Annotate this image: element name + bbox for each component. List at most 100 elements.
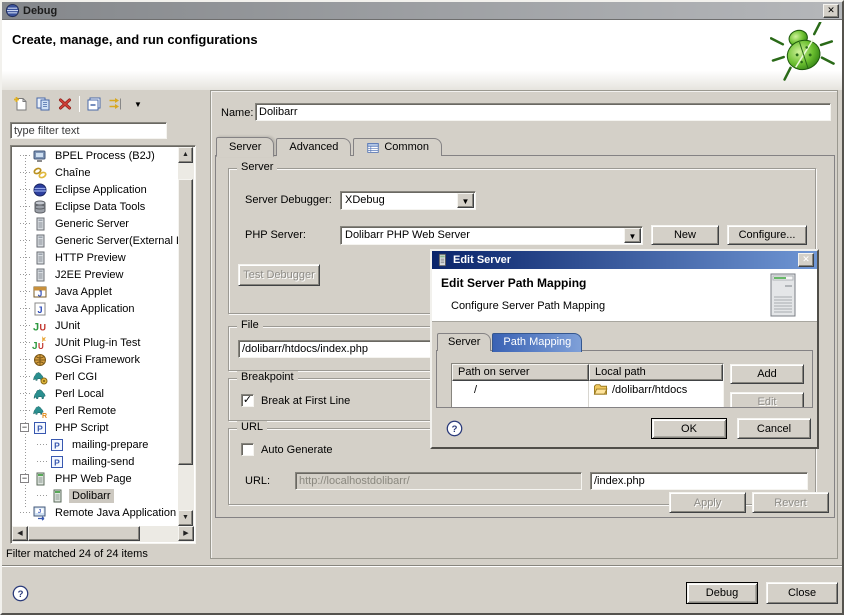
junit-plugin-icon: JU	[32, 335, 48, 351]
auto-generate-label[interactable]: Auto Generate	[261, 444, 333, 456]
scroll-up-icon[interactable]: ▲	[178, 147, 193, 163]
local-path-header[interactable]: Local path	[589, 364, 723, 381]
collapse-toggle-icon[interactable]: −	[20, 474, 29, 483]
tree-item-j2ee-preview[interactable]: J2EE Preview	[12, 266, 178, 283]
tree-item-generic-server[interactable]: Generic Server	[12, 215, 178, 232]
filter-configurations-icon[interactable]	[105, 93, 127, 115]
dialog-subheading: Configure Server Path Mapping	[451, 300, 605, 312]
scroll-down-icon[interactable]: ▼	[178, 510, 193, 526]
tree-item-label: mailing-send	[69, 455, 137, 469]
server-tower-image	[763, 273, 803, 317]
window-titlebar[interactable]: Debug ✕	[2, 2, 842, 20]
break-first-line-checkbox[interactable]: ✓	[241, 394, 254, 407]
url-path-input[interactable]	[590, 472, 808, 490]
close-button[interactable]: Close	[766, 582, 838, 604]
delete-configuration-icon[interactable]	[54, 93, 76, 115]
server-icon	[435, 253, 449, 267]
tree-item-mailing-prepare[interactable]: Pmailing-prepare	[12, 436, 178, 453]
local-path-cell[interactable]: /dolibarr/htdocs	[589, 381, 723, 398]
vertical-scroll-thumb[interactable]	[178, 179, 193, 465]
table-empty-row	[452, 398, 723, 408]
scroll-left-icon[interactable]: ◀	[12, 526, 28, 541]
breakpoint-group-title: Breakpoint	[237, 371, 298, 383]
tree-item-bpel-process-b2j[interactable]: BPEL Process (B2J)	[12, 147, 178, 164]
new-server-button[interactable]: New	[651, 225, 719, 245]
file-group-title: File	[237, 319, 263, 331]
tab-server[interactable]: Server	[216, 137, 274, 157]
tree-vertical-scrollbar[interactable]: ▲ ▼	[178, 147, 194, 526]
server-icon	[32, 233, 48, 249]
tree-item-osgi-framework[interactable]: OSGi Framework	[12, 351, 178, 368]
tree-item-perl-local[interactable]: Perl Local	[12, 385, 178, 402]
tree-item-label: mailing-prepare	[69, 438, 151, 452]
footer-separator	[2, 565, 842, 567]
svg-text:J: J	[33, 321, 39, 333]
tree-item-java-applet[interactable]: JJava Applet	[12, 283, 178, 300]
tree-item-dolibarr[interactable]: Dolibarr	[12, 487, 178, 504]
dialog-title: Edit Server	[453, 254, 798, 266]
tree-item-generic-server-external-la[interactable]: Generic Server(External La	[12, 232, 178, 249]
dialog-tab-path-mapping[interactable]: Path Mapping	[492, 333, 582, 352]
tree-horizontal-scrollbar[interactable]: ◀ ▶	[12, 526, 194, 542]
dialog-help-icon[interactable]: ?	[446, 420, 463, 437]
scroll-right-icon[interactable]: ▶	[178, 526, 194, 541]
collapse-toggle-icon[interactable]: −	[20, 423, 29, 432]
horizontal-scroll-thumb[interactable]	[28, 526, 140, 541]
url-label: URL:	[245, 475, 270, 487]
tree-item-php-script[interactable]: −PPHP Script	[12, 419, 178, 436]
chevron-down-icon[interactable]: ▼	[457, 193, 474, 208]
remote-java-icon: J	[32, 505, 48, 521]
server-debugger-select[interactable]: XDebug ▼	[340, 191, 476, 210]
tree-item-remote-java-application[interactable]: JRemote Java Application	[12, 504, 178, 521]
url-base-input	[295, 472, 582, 490]
path-on-server-header[interactable]: Path on server	[452, 364, 589, 381]
path-on-server-cell[interactable]: /	[452, 381, 589, 398]
chevron-down-icon[interactable]: ▼	[624, 228, 641, 243]
collapse-all-icon[interactable]	[83, 93, 105, 115]
edit-mapping-button: Edit	[730, 392, 804, 408]
tree-item-eclipse-application[interactable]: Eclipse Application	[12, 181, 178, 198]
dialog-tabs: Server Path Mapping	[437, 332, 583, 351]
tree-item-eclipse-data-tools[interactable]: Eclipse Data Tools	[12, 198, 178, 215]
filter-input[interactable]	[10, 122, 167, 139]
dialog-close-icon[interactable]: ✕	[798, 253, 814, 267]
svg-text:J: J	[37, 305, 42, 315]
help-icon[interactable]: ?	[12, 585, 29, 602]
toolbar-menu-chevron-icon[interactable]: ▼	[127, 93, 149, 115]
cancel-button[interactable]: Cancel	[737, 418, 811, 439]
configure-server-button[interactable]: Configure...	[727, 225, 807, 245]
tree-item-perl-cgi[interactable]: Perl CGI	[12, 368, 178, 385]
debug-button[interactable]: Debug	[686, 582, 758, 604]
php-server-select[interactable]: Dolibarr PHP Web Server ▼	[340, 226, 643, 245]
dialog-titlebar[interactable]: Edit Server ✕	[432, 251, 817, 269]
tab-common[interactable]: Common	[353, 138, 442, 156]
tree-item-mailing-send[interactable]: Pmailing-send	[12, 453, 178, 470]
tree-item-http-preview[interactable]: HTTP Preview	[12, 249, 178, 266]
ok-button[interactable]: OK	[651, 418, 727, 439]
tree-connector	[20, 342, 32, 343]
svg-text:U: U	[38, 342, 44, 351]
dialog-tab-server[interactable]: Server	[437, 333, 491, 351]
tab-advanced[interactable]: Advanced	[276, 138, 351, 156]
auto-generate-checkbox[interactable]: ✓	[241, 443, 254, 456]
tree-item-junit-plug-in-test[interactable]: JU JUnit Plug-in Test	[12, 334, 178, 351]
config-tree-items: BPEL Process (B2J)ChaîneEclipse Applicat…	[12, 147, 178, 526]
tree-item-java-application[interactable]: JJava Application	[12, 300, 178, 317]
path-mapping-rows: //dolibarr/htdocs	[452, 381, 723, 398]
tree-item-php-web-page[interactable]: −PHP Web Page	[12, 470, 178, 487]
tree-item-junit[interactable]: JUJUnit	[12, 317, 178, 334]
table-header-row: Path on server Local path	[452, 364, 723, 381]
break-first-line-label[interactable]: Break at First Line	[261, 395, 350, 407]
new-configuration-icon[interactable]	[10, 93, 32, 115]
php-icon: P	[49, 454, 65, 470]
tree-item-label: JUnit Plug-in Test	[52, 336, 143, 350]
window-close-icon[interactable]: ✕	[823, 4, 839, 18]
tree-item-perl-remote[interactable]: RPerl Remote	[12, 402, 178, 419]
tree-item-label: Perl Local	[52, 387, 107, 401]
tree-item-cha-ne[interactable]: Chaîne	[12, 164, 178, 181]
php-icon: P	[49, 437, 65, 453]
add-mapping-button[interactable]: Add	[730, 364, 804, 384]
name-input[interactable]	[255, 103, 831, 121]
path-mapping-row[interactable]: //dolibarr/htdocs	[452, 381, 723, 398]
duplicate-configuration-icon[interactable]	[32, 93, 54, 115]
